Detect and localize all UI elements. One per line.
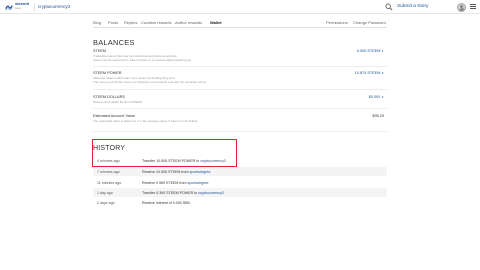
balance-steem-power-desc: Influence tokens which earn more power b… [93,76,207,85]
balance-steem-power-name: STEEM POWER [93,71,122,75]
history-time: 7 minutes ago [97,169,120,174]
history-time: 11 minutes ago [97,180,122,185]
history-text: Transfer 0.390 STEEM POWER to cryptocurr… [142,190,224,195]
search-icon[interactable] [385,3,393,11]
history-highlight-box [92,139,237,167]
divider [93,89,387,90]
history-text: Receive 0.969 STEEM from sportsdegree [142,180,209,185]
tab-author-rewards[interactable]: Author rewards [175,20,202,25]
caret-down-icon: ▼ [381,96,384,99]
hamburger-menu-icon[interactable] [470,4,476,10]
divider [93,131,387,132]
balance-steem-dollars-name: STEEM DOLLARS [93,95,125,99]
history-row: 1 day ago Transfer 0.390 STEEM POWER to … [93,188,387,197]
balance-steem-dollars-desc: Tokens worth about $1.00 of STEEM. [93,100,143,104]
balance-steem-dollars-value[interactable]: $0.000▼ [369,95,384,99]
balance-steem-name: STEEM [93,49,107,53]
caret-down-icon: ▼ [381,72,384,75]
history-time: 2 days ago [97,200,115,205]
user-avatar[interactable] [457,2,466,12]
history-account-link[interactable]: sportsdegree [190,170,211,174]
estimated-account-value-desc: The estimated value is based on a 7 day … [93,119,199,123]
header-separator [34,3,35,11]
estimated-account-value-name: Estimated Account Value [93,114,135,118]
tab-posts[interactable]: Posts [108,20,118,25]
tab-curation-rewards[interactable]: Curation rewards [141,20,171,25]
tab-change-password[interactable]: Change Password [353,20,386,25]
tab-replies[interactable]: Replies [124,20,137,25]
divider [93,66,387,67]
history-account-link[interactable]: sportsdegree [188,181,209,185]
caret-down-icon: ▼ [381,50,384,53]
divider [93,108,387,109]
balance-steem-power-value[interactable]: 10.874 STEEM▼ [355,71,384,75]
history-text: Receive interest of 0.000 SBD [142,200,191,205]
balances-title: BALANCES [93,38,135,47]
history-account-link[interactable]: cryptocurrency3 [198,191,224,195]
steemit-logo-icon[interactable] [5,3,13,11]
history-row: 7 minutes ago Receive 10.505 STEEM from … [93,167,387,176]
balance-steem-value[interactable]: 0.000 STEEM▼ [357,49,384,53]
tab-wallet[interactable]: Wallet [210,20,222,25]
history-row: 11 minutes ago Receive 0.969 STEEM from … [93,178,387,187]
history-text: Receive 10.505 STEEM from sportsdegree [142,169,211,174]
history-row: 2 days ago Receive interest of 0.000 SBD [93,198,387,207]
top-bar: steemit beta cryptocurrency3 Submit a St… [0,0,480,14]
estimated-account-value: $95.29 [372,114,384,118]
tab-blog[interactable]: Blog [93,20,101,25]
history-time: 1 day ago [97,190,113,195]
profile-tabs: Blog Posts Replies Curation rewards Auth… [93,18,387,28]
balance-steem-desc: Tradeable tokens that may be transferred… [93,54,192,63]
brand-name[interactable]: steemit beta [15,2,29,11]
submit-story-link[interactable]: Submit a Story [397,4,428,9]
tab-permissions[interactable]: Permissions [326,20,348,25]
brand-sub: beta [15,6,21,10]
account-username[interactable]: cryptocurrency3 [38,4,70,9]
